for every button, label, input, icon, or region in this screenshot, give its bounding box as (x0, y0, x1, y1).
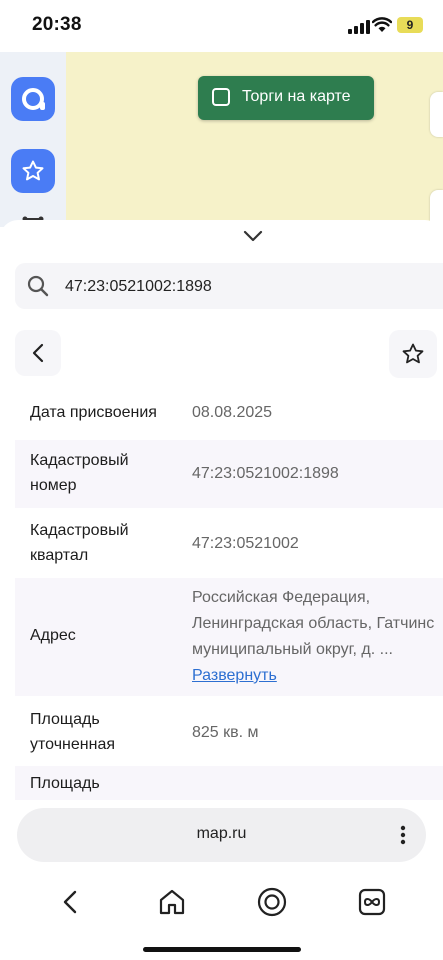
url-text: map.ru (196, 825, 247, 842)
detail-row-area-refined: Площадь уточненная 825 кв. м (15, 697, 443, 766)
detail-value: 825 кв. м (192, 724, 259, 741)
detail-row-address: Адрес Российская Федерация, Ленинградска… (15, 578, 443, 697)
details-sheet: Дата присвоения 08.08.2025 Кадастровый н… (0, 220, 443, 800)
map-sidebar (0, 52, 66, 227)
app-logo-icon[interactable] (11, 77, 55, 121)
chevron-down-icon[interactable] (243, 230, 263, 242)
detail-row-date: Дата присвоения 08.08.2025 (15, 387, 443, 440)
auctions-checkbox[interactable] (212, 88, 230, 106)
detail-value-line: муниципальный округ, д. ... (192, 641, 393, 658)
detail-value: 47:23:0521002:1898 (192, 465, 339, 482)
back-button[interactable] (15, 330, 61, 376)
star-icon (402, 343, 424, 364)
star-icon (22, 160, 44, 181)
detail-label: Площадь (30, 775, 100, 792)
detail-row-area: Площадь (15, 766, 443, 800)
chevron-left-icon (32, 343, 44, 363)
status-time: 20:38 (32, 14, 82, 35)
status-bar: 20:38 9 (0, 0, 443, 52)
signal-icon (348, 20, 370, 34)
detail-label: Кадастровый номер (30, 452, 129, 494)
assistant-icon[interactable] (255, 885, 289, 919)
auctions-on-map-toggle[interactable]: Торги на карте (198, 76, 374, 120)
home-icon[interactable] (155, 885, 189, 919)
detail-label: Дата присвоения (30, 404, 157, 421)
map-area[interactable]: Торги на карте (0, 52, 443, 227)
search-input[interactable] (63, 273, 437, 301)
search-icon[interactable] (27, 275, 49, 297)
detail-value-line: Ленинградская область, Гатчинс (192, 615, 435, 632)
browser-nav-bar (0, 870, 443, 960)
back-nav-icon[interactable] (54, 885, 88, 919)
detail-label: Кадастровый квартал (30, 522, 129, 564)
wifi-icon (372, 17, 392, 32)
detail-value: 08.08.2025 (192, 404, 273, 421)
expand-address-link[interactable]: Развернуть (192, 663, 277, 688)
more-vertical-icon[interactable] (400, 825, 406, 845)
detail-label: Площадь уточненная (30, 711, 115, 753)
add-to-favorites-button[interactable] (389, 330, 437, 378)
tabs-icon[interactable] (355, 885, 389, 919)
detail-value: 47:23:0521002 (192, 535, 299, 552)
search-box (15, 263, 443, 309)
battery-indicator: 9 (397, 17, 423, 33)
details-table: Дата присвоения 08.08.2025 Кадастровый н… (15, 387, 443, 800)
detail-value-line: Российская Федерация, (192, 589, 371, 606)
browser-address-bar[interactable]: map.ru (17, 808, 426, 862)
detail-label: Адрес (30, 627, 76, 644)
map-side-control[interactable] (430, 92, 443, 137)
detail-row-cadastral-number: Кадастровый номер 47:23:0521002:1898 (15, 440, 443, 509)
favorites-button[interactable] (11, 149, 55, 193)
home-indicator (143, 947, 301, 952)
detail-row-cadastral-quarter: Кадастровый квартал 47:23:0521002 (15, 509, 443, 578)
auctions-label: Торги на карте (242, 88, 351, 105)
